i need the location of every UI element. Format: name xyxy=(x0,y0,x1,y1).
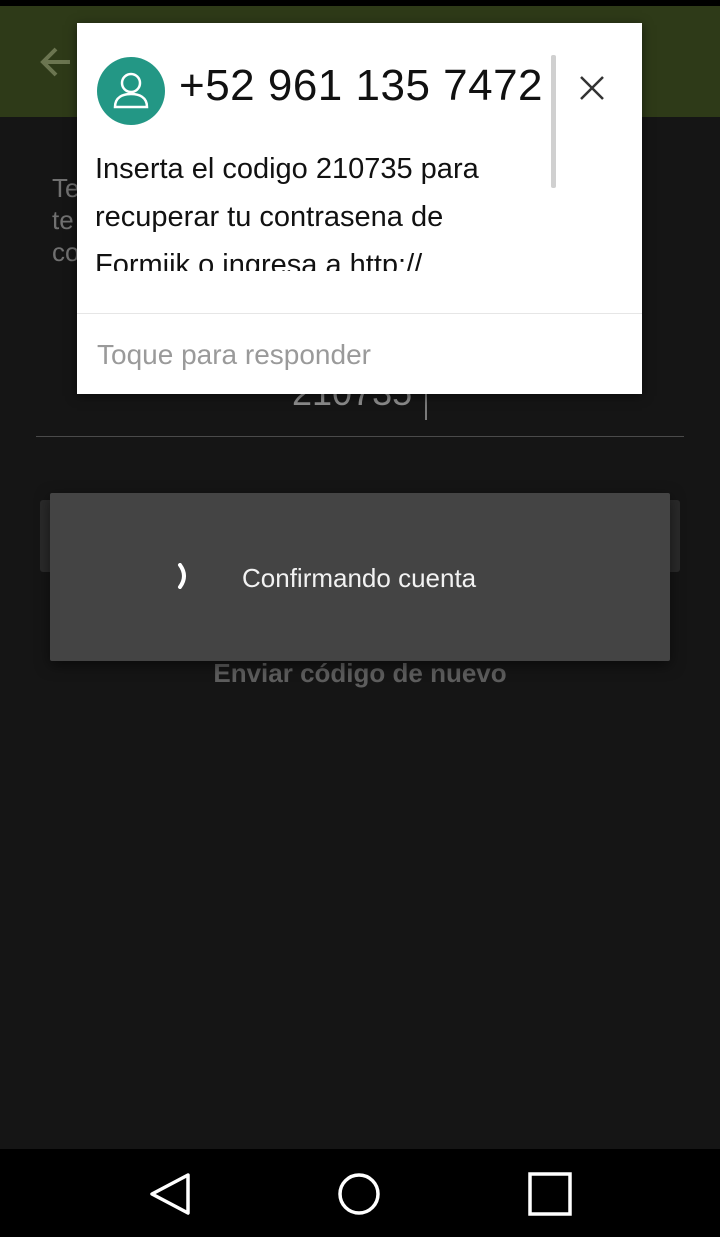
back-arrow-icon[interactable] xyxy=(36,42,76,82)
scrollbar[interactable] xyxy=(551,55,556,188)
spinner-icon xyxy=(178,563,186,589)
back-triangle-icon[interactable] xyxy=(146,1169,196,1219)
instruction-line: Te xyxy=(52,173,80,203)
recents-square-icon[interactable] xyxy=(525,1169,575,1219)
reply-hint[interactable]: Toque para responder xyxy=(97,339,371,371)
instruction-line: te xyxy=(52,205,74,235)
person-icon xyxy=(113,72,149,109)
instruction-line: co xyxy=(52,237,80,267)
progress-dialog: Confirmando cuenta xyxy=(50,493,670,661)
code-input-underline xyxy=(36,436,684,437)
contact-avatar xyxy=(97,57,165,125)
navigation-bar xyxy=(0,1149,720,1237)
sms-notification[interactable]: +52 961 135 7472 Inserta el codigo 21073… xyxy=(77,23,642,394)
home-circle-icon[interactable] xyxy=(334,1169,384,1219)
dialog-message: Confirmando cuenta xyxy=(242,563,477,593)
sender-number: +52 961 135 7472 xyxy=(179,61,544,110)
divider xyxy=(77,313,642,314)
instruction-text: Te te co xyxy=(52,172,79,268)
close-icon[interactable] xyxy=(567,63,617,113)
resend-code-link[interactable]: Enviar código de nuevo xyxy=(0,658,720,689)
message-body: Inserta el codigo 210735 para recuperar … xyxy=(95,153,479,271)
